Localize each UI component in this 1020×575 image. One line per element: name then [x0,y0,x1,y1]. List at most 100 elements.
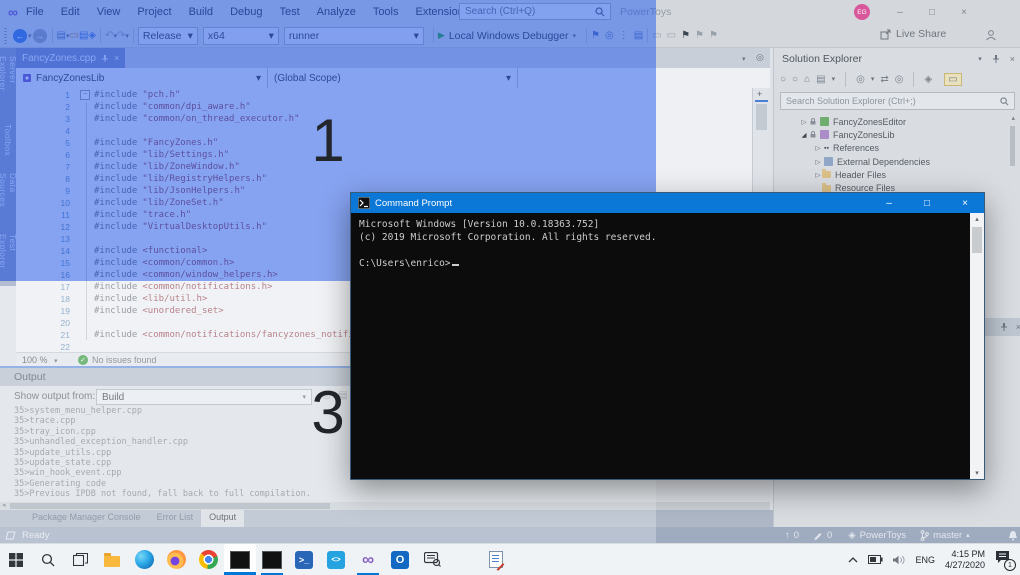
pin-icon[interactable] [1000,323,1008,331]
bell-icon[interactable] [1008,530,1018,541]
navigate-forward-button[interactable]: → [32,28,47,43]
scroll-thumb[interactable] [972,227,982,253]
taskbar-file-explorer[interactable] [96,544,128,575]
output-clear-icon[interactable]: ▤ [338,391,347,401]
solution-explorer-header[interactable]: Solution Explorer ▾ × [774,48,1020,68]
solution-explorer-search-input[interactable]: Search Solution Explorer (Ctrl+;) [780,92,1015,110]
language-indicator[interactable]: ENG [915,555,935,565]
save-icon[interactable]: ▤ [79,30,88,41]
project-nav-dropdown[interactable]: FancyZonesLib ▾ [16,68,268,88]
tab-fancyzones-cpp[interactable]: FancyZones.cpp × [16,48,126,68]
tree-scroll-up-arrow[interactable]: ▴ [1011,114,1015,122]
outgoing-commits-icon[interactable]: ↑ [785,530,790,541]
home-icon[interactable]: ⌂ [804,74,810,85]
member-nav-dropdown[interactable] [518,68,770,88]
taskbar-visual-studio[interactable]: ∞ [352,544,384,575]
split-plus-icon[interactable]: + [757,89,762,99]
zoom-dropdown[interactable]: 100 % [22,355,48,365]
more-options-icon[interactable]: ⋮ [619,30,629,41]
pending-filter-icon[interactable]: ◎ [856,74,865,85]
preview-selected-toggle[interactable]: ▭ [944,72,962,86]
tab-options-icon[interactable]: ◎ [756,52,764,63]
battery-icon[interactable] [868,555,884,564]
horizontal-scrollbar[interactable]: ◂ [0,502,770,510]
scroll-down-arrow[interactable]: ▾ [975,469,979,477]
taskbar-cmd-active[interactable] [224,544,256,575]
branch-name[interactable]: master [933,530,962,541]
menu-test[interactable]: Test [279,6,299,18]
h-scroll-thumb[interactable] [10,503,330,509]
platform-dropdown[interactable]: x64 ▾ [202,26,279,45]
taskbar-clock[interactable]: 4:15 PM 4/27/2020 [945,549,985,571]
menu-file[interactable]: File [26,6,44,18]
refresh-icon[interactable]: ◎ [895,74,904,85]
tab-list-caret[interactable]: ▾ [742,55,746,63]
taskbar-search-button[interactable] [32,544,64,575]
tree-item-references[interactable]: ▷ ▪▪ References [800,142,1020,155]
repo-name[interactable]: PowerToys [860,530,906,541]
taskbar-document-editor[interactable] [480,544,512,575]
menu-analyze[interactable]: Analyze [317,6,356,18]
tab-error-list[interactable]: Error List [149,510,202,527]
sync-icon[interactable]: ⇄ [880,74,888,85]
output-source-dropdown[interactable]: Build ▾ [96,389,312,405]
menu-project[interactable]: Project [137,6,171,18]
quick-search-input[interactable]: Search (Ctrl+Q) [459,3,611,20]
indent-icon[interactable]: ▭ [652,30,661,41]
menu-view[interactable]: View [97,6,121,18]
close-button[interactable]: × [948,0,980,24]
menu-debug[interactable]: Debug [230,6,262,18]
close-tab-icon[interactable]: × [114,53,119,63]
command-prompt-window[interactable]: Command Prompt – □ × Microsoft Windows [… [350,192,985,480]
scroll-up-arrow[interactable]: ▴ [975,215,979,223]
hot-reload-icon[interactable]: ⚑ [591,30,600,41]
navigate-back-caret[interactable]: ▾ [28,32,32,40]
zoom-caret[interactable]: ▾ [54,357,58,365]
pin-icon[interactable] [992,55,1000,63]
task-view-button[interactable] [64,544,96,575]
cmd-console-output[interactable]: Microsoft Windows [Version 10.0.18363.75… [359,219,966,271]
taskbar-settings-app[interactable] [448,544,480,575]
output-find-icon[interactable]: ◎ [322,391,331,401]
bookmark-next-icon[interactable]: ⚑ [709,30,718,41]
pencil-icon[interactable] [813,530,823,540]
collapse-all-icon[interactable]: ◈ [924,74,932,85]
cmd-close-button[interactable]: × [946,193,984,213]
new-project-icon[interactable]: ▤ [57,30,66,41]
scroll-left-arrow[interactable]: ◂ [2,501,6,509]
minimize-button[interactable]: – [884,0,916,24]
tree-item-header-files[interactable]: ▷ Header Files [800,168,1020,181]
configuration-dropdown[interactable]: Release ▾ [137,26,198,45]
tree-item-external-dependencies[interactable]: ▷ External Dependencies [800,155,1020,168]
tab-output[interactable]: Output [201,510,245,527]
pending-changes-count[interactable]: 0 [827,530,832,541]
taskbar-outlook[interactable]: O [384,544,416,575]
menu-build[interactable]: Build [189,6,213,18]
outgoing-commits-count[interactable]: 0 [794,530,799,541]
panel-menu-caret[interactable]: ▾ [978,55,982,63]
taskbar-vscode[interactable]: <> [320,544,352,575]
avatar[interactable]: EG [854,4,870,20]
taskbar-chrome[interactable] [192,544,224,575]
save-all-icon[interactable]: ◈ [88,30,96,41]
cmd-maximize-button[interactable]: □ [908,193,946,213]
undo-icon[interactable]: ↶ [105,30,113,41]
menu-edit[interactable]: Edit [61,6,80,18]
outline-icon[interactable]: ▤ [634,30,643,41]
back-icon[interactable]: ○ [780,74,786,85]
console-prompt-line[interactable]: C:\Users\enrico> [359,258,966,271]
redo-caret[interactable]: ▾ [125,32,129,40]
toolbar-grip[interactable] [4,27,7,44]
start-button[interactable] [0,544,32,575]
close-panel-icon[interactable]: × [1010,54,1015,64]
taskbar-edge[interactable] [128,544,160,575]
bookmark-icon[interactable]: ⚑ [681,30,690,41]
close-panel-icon[interactable]: × [1016,322,1020,332]
forward-icon[interactable]: ○ [792,74,798,85]
feedback-person-icon[interactable] [985,29,997,41]
snapshot-icon[interactable]: ◎ [605,30,614,41]
open-file-icon[interactable]: ▭ [69,30,78,41]
start-debug-button[interactable]: ▶ Local Windows Debugger ▾ [438,30,576,42]
tray-chevron-up-icon[interactable] [848,556,858,563]
tree-item-fancyzoneseditor[interactable]: ▷ FancyZonesEditor [800,115,1020,128]
